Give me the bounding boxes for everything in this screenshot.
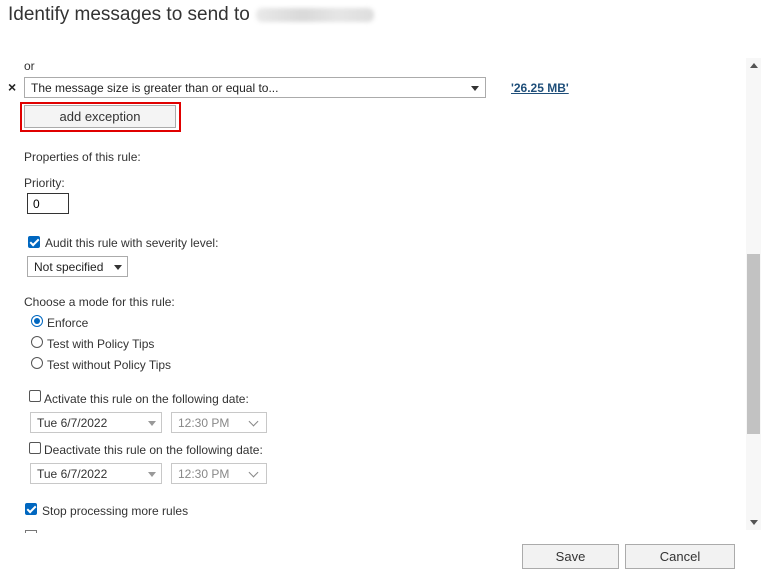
stop-processing-checkbox[interactable] [25,503,37,515]
severity-dropdown[interactable]: Not specified [27,256,128,277]
chevron-down-icon [471,86,479,91]
chevron-down-icon [248,467,259,478]
activate-checkbox[interactable] [29,390,41,402]
properties-label: Properties of this rule: [24,150,141,164]
chevron-down-icon [148,472,156,477]
deactivate-time-value: 12:30 PM [178,466,230,481]
mode-option-label: Enforce [47,316,89,330]
add-exception-button[interactable]: add exception [24,105,176,128]
mode-radio-test-with-tips[interactable] [31,336,43,348]
chevron-down-icon [148,421,156,426]
next-checkbox-clipped[interactable] [25,530,37,533]
deactivate-label: Deactivate this rule on the following da… [44,443,263,457]
condition-dropdown[interactable]: The message size is greater than or equa… [24,77,486,98]
dialog-title: Identify messages to send to [8,4,374,26]
activate-time-value: 12:30 PM [178,415,230,430]
audit-label: Audit this rule with severity level: [45,236,219,250]
condition-selected: The message size is greater than or equa… [31,80,279,95]
activate-date-dropdown[interactable]: Tue 6/7/2022 [30,412,162,433]
mode-option-label: Test without Policy Tips [47,358,172,372]
activate-date-value: Tue 6/7/2022 [37,415,108,430]
activate-time-dropdown[interactable]: 12:30 PM [171,412,267,433]
severity-selected: Not specified [34,259,104,274]
remove-condition-icon[interactable]: × [8,79,16,95]
mode-radio-enforce[interactable] [31,315,43,327]
scroll-down-icon[interactable] [750,520,758,525]
deactivate-checkbox[interactable] [29,442,41,454]
cancel-button[interactable]: Cancel [625,544,735,569]
deactivate-time-dropdown[interactable]: 12:30 PM [171,463,267,484]
deactivate-date-dropdown[interactable]: Tue 6/7/2022 [30,463,162,484]
stop-processing-label: Stop processing more rules [42,504,189,518]
mode-radio-test-without-tips[interactable] [31,357,43,369]
scroll-up-icon[interactable] [750,63,758,68]
mode-label: Choose a mode for this rule: [24,295,175,309]
priority-input[interactable] [27,193,69,214]
save-button[interactable]: Save [522,544,619,569]
audit-checkbox[interactable] [28,236,40,248]
deactivate-date-value: Tue 6/7/2022 [37,466,108,481]
or-label: or [24,59,35,73]
activate-label: Activate this rule on the following date… [44,392,249,406]
mode-option-label: Test with Policy Tips [47,337,155,351]
chevron-down-icon [248,416,259,427]
chevron-down-icon [114,265,122,270]
scrollbar-thumb[interactable] [747,254,760,434]
redacted-name [255,7,374,22]
condition-value-link[interactable]: '26.25 MB' [511,81,569,95]
priority-label: Priority: [24,176,65,190]
